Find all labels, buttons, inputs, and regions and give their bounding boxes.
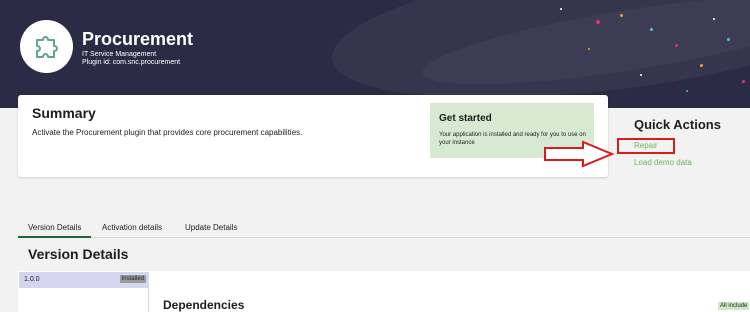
quick-actions-title: Quick Actions [634, 117, 721, 132]
confetti-dot [742, 80, 745, 83]
confetti-dot [650, 28, 653, 31]
tab-activation-details[interactable]: Activation details [102, 223, 162, 232]
plugin-title: Procurement [82, 29, 194, 49]
arrow-right-icon [544, 140, 615, 168]
plugin-header: Procurement IT Service Management Plugin… [0, 0, 750, 108]
installed-badge: Installed [119, 275, 146, 283]
confetti-dot [588, 48, 590, 50]
plugin-category: IT Service Management [82, 51, 157, 58]
confetti-dot [727, 38, 730, 41]
summary-title: Summary [32, 105, 96, 121]
puzzle-piece-icon [35, 35, 58, 58]
tab-update-details[interactable]: Update Details [185, 223, 237, 232]
summary-description: Activate the Procurement plugin that pro… [32, 128, 303, 137]
version-list: 1.0.0 Installed [19, 272, 149, 312]
version-list-item[interactable]: 1.0.0 Installed [19, 272, 149, 288]
confetti-dot [675, 44, 678, 47]
details-tabs: Version Details Activation details Updat… [18, 219, 750, 238]
confetti-dot [700, 64, 703, 67]
plugin-id: Plugin id: com.snc.procurement [82, 59, 181, 66]
confetti-dot [560, 8, 562, 10]
version-number: 1.0.0 [24, 276, 40, 283]
plugin-meta: IT Service Management Plugin id: com.snc… [82, 51, 180, 67]
confetti-dot [713, 18, 715, 20]
dependencies-status-badge: All include [718, 302, 750, 310]
version-details-title: Version Details [28, 246, 129, 262]
repair-highlight-box [617, 138, 675, 154]
confetti-dot [686, 90, 688, 92]
summary-card: Summary Activate the Procurement plugin … [18, 95, 608, 177]
dependencies-title: Dependencies [163, 298, 245, 312]
load-demo-data-link[interactable]: Load demo data [634, 158, 692, 167]
confetti-dot [620, 14, 623, 17]
plugin-logo [20, 20, 73, 73]
confetti-dot [596, 20, 600, 24]
tab-version-details[interactable]: Version Details [18, 223, 92, 238]
get-started-title: Get started [439, 113, 492, 124]
confetti-dot [640, 74, 642, 76]
